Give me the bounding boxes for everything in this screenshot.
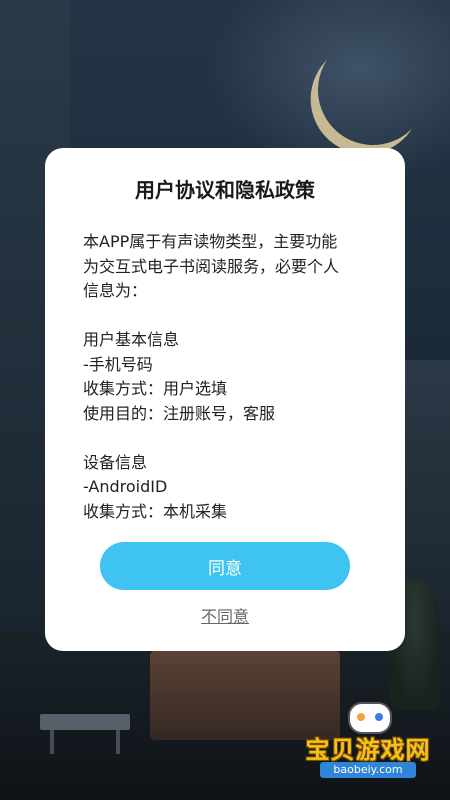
disagree-link[interactable]: 不同意 — [45, 603, 405, 627]
agree-button[interactable]: 同意 — [100, 542, 350, 590]
intro-line: 本APP属于有声读物类型，主要功能 — [83, 232, 338, 251]
privacy-dialog: 用户协议和隐私政策 本APP属于有声读物类型，主要功能 为交互式电子书阅读服务，… — [45, 148, 405, 651]
watermark-url: baobeiy.com — [320, 762, 416, 778]
background-table — [40, 714, 130, 754]
dialog-title: 用户协议和隐私政策 — [135, 178, 315, 202]
section-title: 用户基本信息 — [83, 330, 180, 349]
section-item: -手机号码 — [83, 354, 153, 374]
watermark: 宝贝游戏网 baobeiy.com — [298, 702, 438, 782]
section-item: -AndroidID — [83, 477, 168, 496]
watermark-brand: 宝贝游戏网 — [305, 736, 431, 764]
moon-decoration — [303, 20, 444, 161]
intro-line: 为交互式电子书阅读服务，必要个人 — [83, 256, 340, 276]
dialog-body: 本APP属于有声读物类型，主要功能 为交互式电子书阅读服务，必要个人 信息为： … — [83, 230, 375, 524]
section-purpose: 使用目的：注册账号，客服 — [83, 403, 276, 423]
section-method: 收集方式：本机采集 — [83, 501, 228, 521]
intro-line: 信息为： — [83, 281, 148, 300]
section-title: 设备信息 — [83, 452, 148, 472]
section-method: 收集方式：用户选填 — [83, 379, 228, 398]
